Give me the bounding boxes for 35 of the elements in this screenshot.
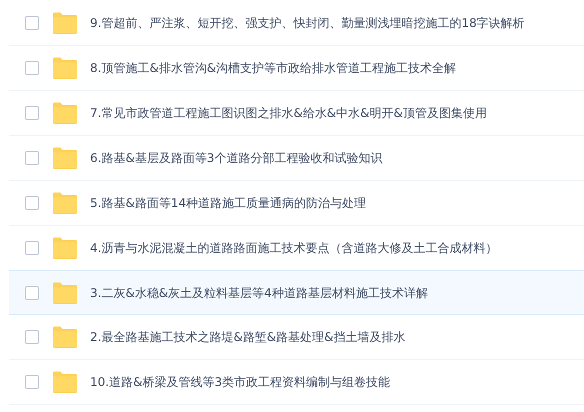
folder-name[interactable]: 3.二灰&水稳&灰土及粒料基层等4种道路基层材料施工技术详解: [90, 284, 428, 302]
folder-name[interactable]: 7.常见市政管道工程施工图识图之排水&给水&中水&明开&顶管及图集使用: [90, 104, 487, 122]
folder-icon: [52, 102, 78, 124]
file-row[interactable]: 9.管超前、严注浆、短开挖、强支护、快封闭、勤量测浅埋暗挖施工的18字诀解析: [9, 1, 584, 46]
checkbox[interactable]: [25, 330, 39, 344]
folder-icon: [52, 326, 78, 348]
folder-name[interactable]: 2.最全路基施工技术之路堤&路堑&路基处理&挡土墙及排水: [90, 328, 406, 346]
folder-name[interactable]: 10.道路&桥梁及管线等3类市政工程资料编制与组卷技能: [90, 373, 390, 391]
checkbox[interactable]: [25, 61, 39, 75]
folder-icon: [52, 237, 78, 259]
folder-icon: [52, 57, 78, 79]
file-row[interactable]: 5.路基&路面等14种道路施工质量通病的防治与处理: [9, 181, 584, 226]
checkbox[interactable]: [25, 106, 39, 120]
checkbox[interactable]: [25, 241, 39, 255]
folder-name[interactable]: 4.沥青与水泥混凝土的道路路面施工技术要点（含道路大修及土工合成材料）: [90, 239, 498, 257]
checkbox[interactable]: [25, 151, 39, 165]
folder-icon: [52, 12, 78, 34]
checkbox[interactable]: [25, 375, 39, 389]
checkbox[interactable]: [25, 286, 39, 300]
file-row[interactable]: 6.路基&基层及路面等3个道路分部工程验收和试验知识: [9, 136, 584, 181]
folder-icon: [52, 192, 78, 214]
file-row[interactable]: 8.顶管施工&排水管沟&沟槽支护等市政给排水管道工程施工技术全解: [9, 46, 584, 91]
folder-name[interactable]: 6.路基&基层及路面等3个道路分部工程验收和试验知识: [90, 149, 382, 167]
file-row[interactable]: 10.道路&桥梁及管线等3类市政工程资料编制与组卷技能: [9, 360, 584, 405]
folder-icon: [52, 282, 78, 304]
folder-icon: [52, 147, 78, 169]
file-row[interactable]: 7.常见市政管道工程施工图识图之排水&给水&中水&明开&顶管及图集使用: [9, 91, 584, 136]
checkbox[interactable]: [25, 16, 39, 30]
folder-name[interactable]: 5.路基&路面等14种道路施工质量通病的防治与处理: [90, 194, 366, 212]
folder-name[interactable]: 9.管超前、严注浆、短开挖、强支护、快封闭、勤量测浅埋暗挖施工的18字诀解析: [90, 14, 525, 32]
checkbox[interactable]: [25, 196, 39, 210]
file-row[interactable]: 3.二灰&水稳&灰土及粒料基层等4种道路基层材料施工技术详解: [9, 270, 584, 315]
folder-name[interactable]: 8.顶管施工&排水管沟&沟槽支护等市政给排水管道工程施工技术全解: [90, 59, 456, 77]
file-row[interactable]: 2.最全路基施工技术之路堤&路堑&路基处理&挡土墙及排水: [9, 315, 584, 360]
folder-icon: [52, 371, 78, 393]
